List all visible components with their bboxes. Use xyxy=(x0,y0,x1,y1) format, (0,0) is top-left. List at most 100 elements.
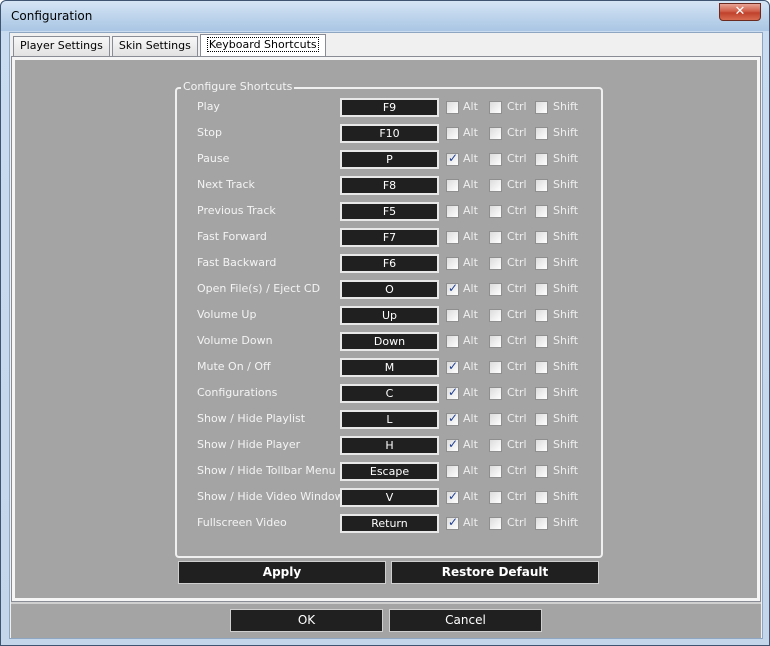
ctrl-checkbox[interactable] xyxy=(489,231,502,244)
ctrl-checkbox[interactable] xyxy=(489,335,502,348)
client-area: Player Settings Skin Settings Keyboard S… xyxy=(9,32,763,639)
shortcut-row: Show / Hide Player H Alt Ctrl Shift xyxy=(177,435,601,455)
ctrl-checkbox[interactable] xyxy=(489,439,502,452)
shortcut-key-field[interactable]: F7 xyxy=(340,228,439,247)
alt-checkbox[interactable] xyxy=(446,489,459,504)
alt-checkbox[interactable] xyxy=(446,515,459,530)
alt-checkbox[interactable] xyxy=(446,101,459,114)
shift-checkbox[interactable] xyxy=(535,439,548,452)
ctrl-checkbox[interactable] xyxy=(489,387,502,400)
shortcut-key-field[interactable]: Escape xyxy=(340,462,439,481)
apply-button[interactable]: Apply xyxy=(178,561,386,584)
group-title: Configure Shortcuts xyxy=(181,80,295,93)
shortcut-action-label: Previous Track xyxy=(197,204,276,217)
shift-checkbox[interactable] xyxy=(535,309,548,322)
shortcut-key-field[interactable]: F9 xyxy=(340,98,439,117)
alt-checkbox[interactable] xyxy=(446,179,459,192)
shortcut-key-field[interactable]: Down xyxy=(340,332,439,351)
alt-checkbox[interactable] xyxy=(446,281,459,296)
shift-checkbox[interactable] xyxy=(535,413,548,426)
shift-checkbox[interactable] xyxy=(535,101,548,114)
ctrl-checkbox[interactable] xyxy=(489,413,502,426)
shortcut-key-field[interactable]: F6 xyxy=(340,254,439,273)
ctrl-checkbox[interactable] xyxy=(489,465,502,478)
shift-label: Shift xyxy=(553,464,579,477)
alt-checkbox[interactable] xyxy=(446,385,459,400)
shift-checkbox[interactable] xyxy=(535,335,548,348)
alt-checkbox[interactable] xyxy=(446,335,459,348)
ok-button[interactable]: OK xyxy=(230,609,383,632)
shortcut-row: Fast Forward F7 Alt Ctrl Shift xyxy=(177,227,601,247)
shortcut-key-field[interactable]: M xyxy=(340,358,439,377)
ctrl-checkbox[interactable] xyxy=(489,179,502,192)
shortcut-key-field[interactable]: O xyxy=(340,280,439,299)
ctrl-label: Ctrl xyxy=(507,360,527,373)
tab-player-settings[interactable]: Player Settings xyxy=(13,36,110,56)
ctrl-label: Ctrl xyxy=(507,490,527,503)
alt-checkbox[interactable] xyxy=(446,127,459,140)
cancel-button[interactable]: Cancel xyxy=(389,609,542,632)
shift-label: Shift xyxy=(553,412,579,425)
close-button[interactable]: ✕ xyxy=(719,3,761,21)
shift-checkbox[interactable] xyxy=(535,283,548,296)
alt-label: Alt xyxy=(463,230,478,243)
shift-checkbox[interactable] xyxy=(535,153,548,166)
alt-label: Alt xyxy=(463,516,478,529)
ctrl-checkbox[interactable] xyxy=(489,127,502,140)
shortcut-key-field[interactable]: Return xyxy=(340,514,439,533)
ctrl-checkbox[interactable] xyxy=(489,257,502,270)
alt-label: Alt xyxy=(463,282,478,295)
ctrl-checkbox[interactable] xyxy=(489,205,502,218)
ctrl-checkbox[interactable] xyxy=(489,283,502,296)
shift-label: Shift xyxy=(553,152,579,165)
shift-checkbox[interactable] xyxy=(535,465,548,478)
shortcut-key-field[interactable]: P xyxy=(340,150,439,169)
alt-checkbox[interactable] xyxy=(446,359,459,374)
alt-checkbox[interactable] xyxy=(446,309,459,322)
alt-checkbox[interactable] xyxy=(446,231,459,244)
title-bar[interactable]: Configuration ✕ xyxy=(1,1,769,31)
shift-checkbox[interactable] xyxy=(535,127,548,140)
keyboard-shortcuts-page: Configure Shortcuts Play F9 Alt Ctrl Shift St… xyxy=(11,56,761,602)
shortcut-key-field[interactable]: F10 xyxy=(340,124,439,143)
shift-checkbox[interactable] xyxy=(535,231,548,244)
tab-keyboard-shortcuts[interactable]: Keyboard Shortcuts xyxy=(199,34,326,56)
shift-checkbox[interactable] xyxy=(535,205,548,218)
shortcut-key-field[interactable]: L xyxy=(340,410,439,429)
alt-checkbox[interactable] xyxy=(446,205,459,218)
shift-label: Shift xyxy=(553,256,579,269)
ctrl-checkbox[interactable] xyxy=(489,491,502,504)
shortcut-key-field[interactable]: C xyxy=(340,384,439,403)
shortcut-key-field[interactable]: V xyxy=(340,488,439,507)
ctrl-checkbox[interactable] xyxy=(489,517,502,530)
shift-checkbox[interactable] xyxy=(535,387,548,400)
alt-checkbox[interactable] xyxy=(446,151,459,166)
shift-checkbox[interactable] xyxy=(535,491,548,504)
shortcut-row: Open File(s) / Eject CD O Alt Ctrl Shift xyxy=(177,279,601,299)
alt-label: Alt xyxy=(463,152,478,165)
alt-label: Alt xyxy=(463,178,478,191)
shift-checkbox[interactable] xyxy=(535,179,548,192)
alt-label: Alt xyxy=(463,464,478,477)
shortcut-key-field[interactable]: F8 xyxy=(340,176,439,195)
shift-checkbox[interactable] xyxy=(535,361,548,374)
alt-checkbox[interactable] xyxy=(446,437,459,452)
shortcut-action-label: Configurations xyxy=(197,386,278,399)
shortcut-key-field[interactable]: Up xyxy=(340,306,439,325)
ctrl-checkbox[interactable] xyxy=(489,101,502,114)
ctrl-checkbox[interactable] xyxy=(489,361,502,374)
shift-checkbox[interactable] xyxy=(535,257,548,270)
ctrl-checkbox[interactable] xyxy=(489,153,502,166)
tab-skin-settings[interactable]: Skin Settings xyxy=(111,36,198,56)
alt-checkbox[interactable] xyxy=(446,411,459,426)
close-icon: ✕ xyxy=(734,4,746,19)
shift-checkbox[interactable] xyxy=(535,517,548,530)
ctrl-checkbox[interactable] xyxy=(489,309,502,322)
shortcut-key-field[interactable]: H xyxy=(340,436,439,455)
configure-shortcuts-group: Configure Shortcuts Play F9 Alt Ctrl Shift St… xyxy=(175,80,603,558)
shortcut-key-field[interactable]: F5 xyxy=(340,202,439,221)
alt-checkbox[interactable] xyxy=(446,465,459,478)
configuration-window: Configuration ✕ Player Settings Skin Set… xyxy=(0,0,770,646)
alt-checkbox[interactable] xyxy=(446,257,459,270)
restore-default-button[interactable]: Restore Default xyxy=(391,561,599,584)
